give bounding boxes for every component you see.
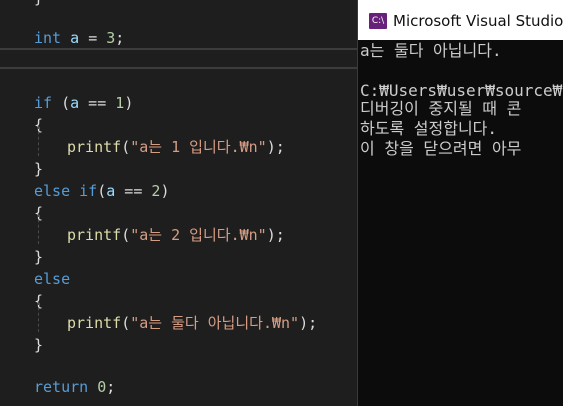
keyword-else: else <box>34 182 71 200</box>
console-line-5: 하도록 설정합니다. <box>360 119 498 138</box>
brace-close: } <box>34 336 44 354</box>
number-1: 1 <box>115 94 125 112</box>
code-line-brace-open-3[interactable]: { <box>34 290 357 312</box>
keyword-int: int <box>34 29 62 47</box>
code-line-brace-open-2[interactable]: { <box>34 202 357 224</box>
keyword-if: if <box>34 94 53 112</box>
number-0: 0 <box>97 378 107 396</box>
code-line-brace-close-3[interactable]: } <box>34 334 357 356</box>
number-3: 3 <box>106 29 116 47</box>
string-literal-1: "a는 1 입니다.₩n" <box>130 138 267 156</box>
assign-op: = <box>88 29 98 47</box>
code-line-else[interactable]: else <box>34 268 357 290</box>
var-a: a <box>70 94 80 112</box>
indent-guide-2 <box>38 214 39 244</box>
string-literal-3: "a는 둘다 아닙니다.₩n" <box>130 314 300 332</box>
code-line-printf-1[interactable]: printf("a는 1 입니다.₩n"); <box>67 136 357 158</box>
keyword-return: return <box>34 378 89 396</box>
code-line-brace-open-1[interactable]: { <box>34 114 357 136</box>
var-a: a <box>70 29 80 47</box>
console-line-6: 이 창을 닫으려면 아무 <box>360 139 522 158</box>
console-line-1: a는 둘다 아닙니다. <box>360 41 502 60</box>
fn-printf: printf <box>67 314 122 332</box>
string-literal-2: "a는 2 입니다.₩n" <box>130 226 267 244</box>
brace-close-top: } <box>34 0 43 7</box>
keyword-else: else <box>34 270 71 288</box>
separator-2 <box>0 67 357 69</box>
indent-guide-3 <box>38 302 39 332</box>
brace-close: } <box>34 248 44 266</box>
code-line-int-a[interactable]: int a = 3; <box>34 27 357 49</box>
var-a: a <box>106 182 116 200</box>
code-line-printf-3[interactable]: printf("a는 둘다 아닙니다.₩n"); <box>67 312 357 334</box>
console-app-icon: C:\ <box>369 13 387 29</box>
fn-printf: printf <box>67 226 122 244</box>
fn-printf: printf <box>67 138 122 156</box>
code-editor[interactable]: } int a = 3; if (a == 1) { printf("a는 1 … <box>0 0 357 406</box>
code-line-return[interactable]: return 0; <box>34 376 357 398</box>
brace-close: } <box>34 160 44 178</box>
code-line-printf-2[interactable]: printf("a는 2 입니다.₩n"); <box>67 224 357 246</box>
keyword-if: if <box>79 182 98 200</box>
indent-guide-1 <box>38 126 39 156</box>
console-titlebar[interactable]: C:\ Microsoft Visual Studio 디 <box>358 0 563 40</box>
code-line-if[interactable]: if (a == 1) <box>34 92 357 114</box>
console-line-3: C:₩Users₩user₩source₩ <box>360 81 563 100</box>
code-line-brace-close-2[interactable]: } <box>34 246 357 268</box>
code-line-top-partial: } <box>34 0 357 9</box>
debug-console-window[interactable]: C:\ Microsoft Visual Studio 디 a는 둘다 아닙니다… <box>357 0 563 406</box>
code-line-brace-close-1[interactable]: } <box>34 158 357 180</box>
number-2: 2 <box>151 182 161 200</box>
separator-1 <box>0 48 357 50</box>
console-title: Microsoft Visual Studio 디 <box>393 12 563 30</box>
code-line-else-if[interactable]: else if(a == 2) <box>34 180 357 202</box>
console-line-4: 디버깅이 중지될 때 콘 <box>360 99 522 118</box>
